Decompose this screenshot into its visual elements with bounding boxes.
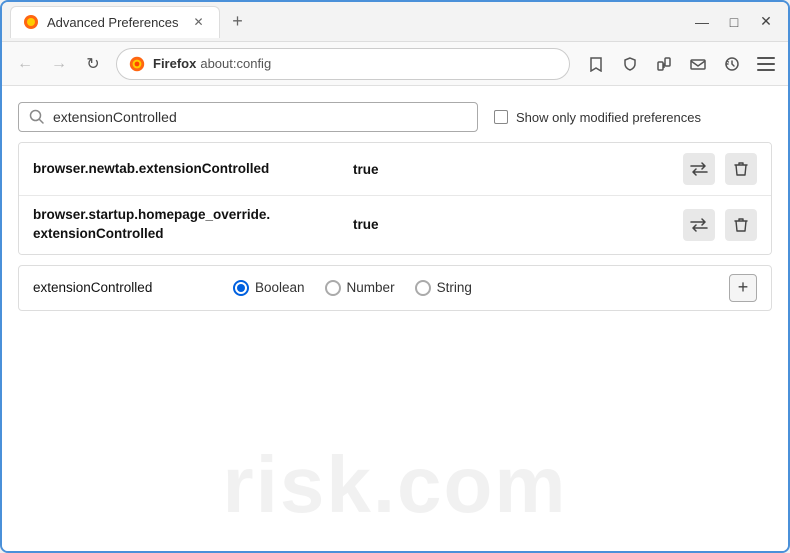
- bookmark-icon[interactable]: [582, 50, 610, 78]
- boolean-radio-circle: [233, 280, 249, 296]
- number-label: Number: [347, 280, 395, 295]
- pref-name-line1: browser.startup.homepage_override.: [33, 207, 270, 222]
- firefox-logo-icon: [129, 56, 145, 72]
- delete-button[interactable]: [725, 209, 757, 241]
- firefox-tab-icon: [23, 14, 39, 30]
- pref-name: browser.newtab.extensionControlled: [33, 160, 353, 179]
- checkbox-box: [494, 110, 508, 124]
- string-radio-circle: [415, 280, 431, 296]
- maximize-button[interactable]: □: [720, 8, 748, 36]
- nav-bar: ← → ↻ Firefox about:config: [2, 42, 788, 86]
- browser-window: Advanced Preferences ✕ + — □ ✕ ← → ↻ Fir…: [0, 0, 790, 553]
- new-pref-name: extensionControlled: [33, 280, 233, 295]
- minimize-button[interactable]: —: [688, 8, 716, 36]
- delete-button[interactable]: [725, 153, 757, 185]
- pref-value: true: [353, 162, 683, 177]
- add-pref-button[interactable]: +: [729, 274, 757, 302]
- pref-value: true: [353, 217, 683, 232]
- window-controls: — □ ✕: [688, 8, 780, 36]
- tab-title: Advanced Preferences: [47, 15, 179, 30]
- email-icon[interactable]: [684, 50, 712, 78]
- search-row: Show only modified preferences: [18, 102, 772, 132]
- content-area: Show only modified preferences browser.n…: [2, 86, 788, 551]
- boolean-label: Boolean: [255, 280, 305, 295]
- forward-button[interactable]: →: [44, 49, 74, 79]
- shield-icon[interactable]: [616, 50, 644, 78]
- search-box[interactable]: [18, 102, 478, 132]
- type-radio-group: Boolean Number String: [233, 280, 729, 296]
- new-pref-row: extensionControlled Boolean Number Strin…: [18, 265, 772, 311]
- browser-name: Firefox: [153, 56, 196, 71]
- address-path: about:config: [200, 56, 271, 71]
- row-actions: [683, 153, 757, 185]
- search-icon: [29, 109, 45, 125]
- refresh-button[interactable]: ↻: [78, 49, 108, 79]
- pref-name: browser.startup.homepage_override. exten…: [33, 206, 353, 244]
- number-radio-circle: [325, 280, 341, 296]
- string-radio[interactable]: String: [415, 280, 472, 296]
- table-row: browser.newtab.extensionControlled true: [19, 143, 771, 196]
- watermark: risk.com: [222, 439, 567, 531]
- checkbox-label: Show only modified preferences: [516, 110, 701, 125]
- menu-icon[interactable]: [752, 50, 780, 78]
- number-radio[interactable]: Number: [325, 280, 395, 296]
- string-label: String: [437, 280, 472, 295]
- toggle-button[interactable]: [683, 153, 715, 185]
- extension-icon[interactable]: [650, 50, 678, 78]
- address-bar[interactable]: Firefox about:config: [116, 48, 570, 80]
- tab-close-button[interactable]: ✕: [191, 14, 207, 30]
- nav-icons: [582, 50, 780, 78]
- table-row: browser.startup.homepage_override. exten…: [19, 196, 771, 254]
- toggle-button[interactable]: [683, 209, 715, 241]
- pref-name-line2: extensionControlled: [33, 226, 164, 241]
- boolean-radio[interactable]: Boolean: [233, 280, 305, 296]
- row-actions: [683, 209, 757, 241]
- show-modified-checkbox[interactable]: Show only modified preferences: [494, 110, 701, 125]
- browser-tab[interactable]: Advanced Preferences ✕: [10, 6, 220, 38]
- address-text: Firefox about:config: [153, 56, 271, 71]
- new-tab-button[interactable]: +: [224, 8, 252, 36]
- results-table: browser.newtab.extensionControlled true: [18, 142, 772, 255]
- search-input[interactable]: [53, 109, 467, 125]
- title-bar: Advanced Preferences ✕ + — □ ✕: [2, 2, 788, 42]
- back-button[interactable]: ←: [10, 49, 40, 79]
- close-button[interactable]: ✕: [752, 8, 780, 36]
- history-icon[interactable]: [718, 50, 746, 78]
